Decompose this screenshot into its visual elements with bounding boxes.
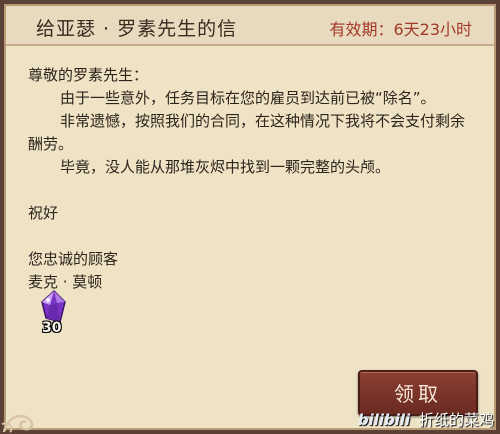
reward-item[interactable]: 30 — [34, 288, 74, 340]
letter-title: 给亚瑟 · 罗素先生的信 — [36, 18, 238, 40]
letter-paper: 给亚瑟 · 罗素先生的信 有效期：6天23小时 尊敬的罗素先生： 由于一些意外，… — [4, 4, 496, 430]
watermark-text: 折纸的菜鸡 — [418, 411, 494, 429]
letter-signature-line: 您忠诚的顾客 — [28, 250, 119, 268]
letter-signature-name: 麦克 · 莫顿 — [28, 273, 103, 291]
bilibili-logo: bilibili — [357, 411, 411, 429]
watermark: bilibili 折纸的菜鸡 — [358, 409, 494, 430]
letter-closing: 祝好 — [28, 204, 59, 222]
letter-header: 给亚瑟 · 罗素先生的信 有效期：6天23小时 — [6, 6, 494, 46]
ornament-swirl-icon — [1, 414, 34, 433]
letter-salutation: 尊敬的罗素先生： — [28, 66, 149, 84]
letter-paragraph: 毕竟，没人能从那堆灰烬中找到一颗完整的头颅。 — [60, 158, 391, 176]
letter-paragraph: 非常遗憾，按照我们的合同，在这种情况下我将不会支付剩余酬劳。 — [28, 112, 466, 153]
reward-count: 30 — [42, 320, 62, 336]
validity-timer: 有效期：6天23小时 — [329, 20, 472, 39]
letter-window-frame: 给亚瑟 · 罗素先生的信 有效期：6天23小时 尊敬的罗素先生： 由于一些意外，… — [0, 0, 500, 434]
letter-paragraph: 由于一些意外，任务目标在您的雇员到达前已被“除名”。 — [60, 89, 436, 107]
letter-body: 尊敬的罗素先生： 由于一些意外，任务目标在您的雇员到达前已被“除名”。 非常遗憾… — [28, 64, 478, 294]
